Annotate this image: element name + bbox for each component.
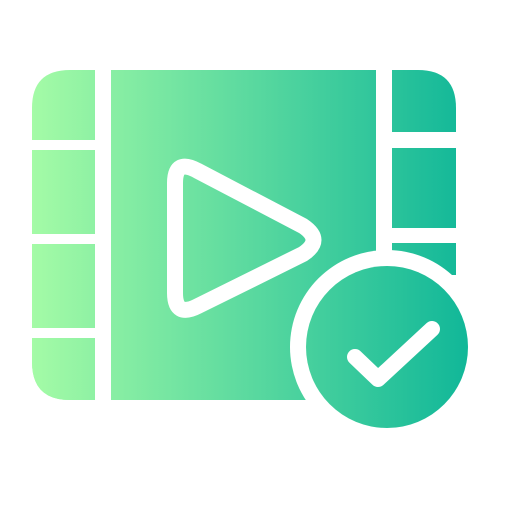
film-right-top-cell (392, 70, 456, 132)
film-right-cell-2 (392, 148, 456, 228)
film-left-cell-2 (32, 150, 95, 234)
film-left-bottom-cell-fill (32, 338, 95, 400)
video-verified-icon (32, 70, 484, 444)
film-left-top-cell (32, 70, 95, 140)
verified-badge (290, 250, 484, 444)
film-left-cell-3 (32, 244, 95, 328)
icon-canvas (0, 0, 512, 512)
badge-circle (306, 266, 468, 428)
